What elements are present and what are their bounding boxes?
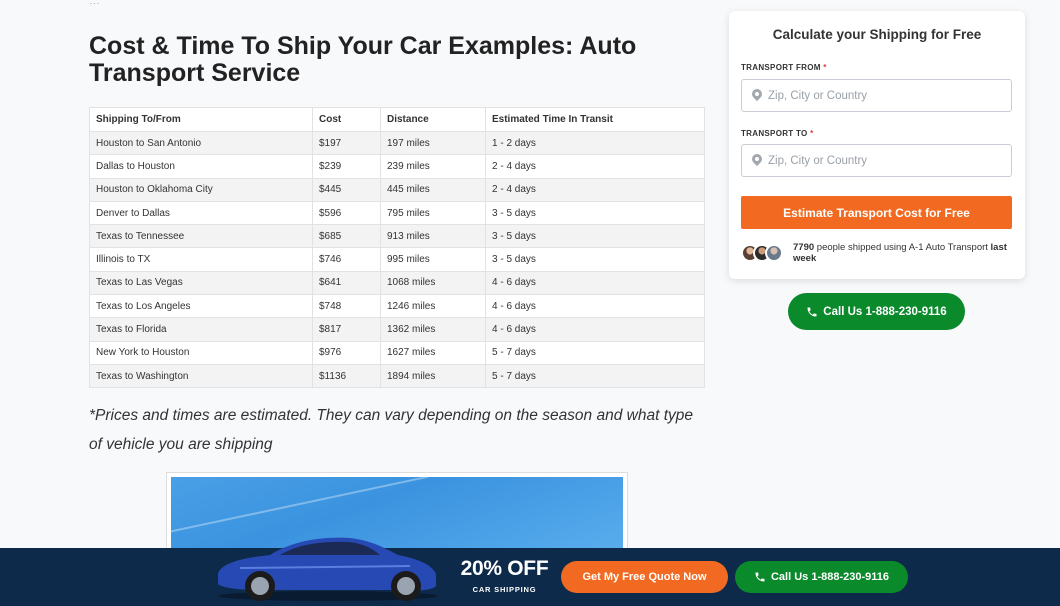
- table-cell: $445: [312, 177, 381, 202]
- table-cell: 197 miles: [380, 130, 486, 156]
- social-proof: 7790 people shipped using A-1 Auto Trans…: [741, 242, 1018, 264]
- previous-text-fragment: ...: [89, 0, 289, 4]
- table-header-row: Shipping To/From Cost Distance Estimated…: [89, 107, 705, 132]
- table-row: Texas to Los Angeles $748 1246 miles 4 - 6 …: [89, 294, 705, 319]
- table-row: Texas to Las Vegas $641 1068 miles 4 - 6 da…: [89, 270, 705, 296]
- table-cell: Texas to Florida: [89, 317, 313, 342]
- column-header: Shipping To/From: [89, 107, 313, 132]
- table-cell: $596: [312, 200, 381, 226]
- blue-car-image: [218, 537, 438, 601]
- table-cell: $685: [312, 224, 381, 249]
- table-row: Houston to Oklahoma City $445 445 miles 2 -…: [89, 177, 705, 202]
- table-cell: Texas to Washington: [89, 363, 313, 389]
- table-cell: Illinois to TX: [89, 247, 313, 272]
- promo-call-button[interactable]: Call Us 1-888-230-9116: [735, 561, 908, 593]
- quote-card-title: Calculate your Shipping for Free: [772, 27, 982, 42]
- map-pin-icon: [752, 89, 762, 102]
- shipped-text: people shipped using A-1 Auto Transport: [816, 242, 988, 253]
- table-row: New York to Houston $976 1627 miles 5 - 7 d…: [89, 340, 705, 365]
- table-cell: 1894 miles: [380, 363, 486, 389]
- table-cell: 4 - 6 days: [485, 294, 705, 319]
- table-cell: 4 - 6 days: [485, 317, 705, 342]
- table-row: Dallas to Houston $239 239 miles 2 - 4 days: [89, 154, 705, 179]
- shipping-cost-table: Shipping To/From Cost Distance Estimated…: [89, 107, 705, 389]
- required-mark: *: [810, 129, 814, 138]
- table-cell: 913 miles: [380, 224, 486, 249]
- price-disclaimer: *Prices and times are estimated. They ca…: [89, 407, 693, 453]
- column-header: Distance: [380, 107, 486, 132]
- table-cell: Texas to Las Vegas: [89, 270, 313, 296]
- table-cell: 2 - 4 days: [485, 154, 705, 179]
- transport-to-label: TRANSPORT TO *: [741, 129, 814, 138]
- table-cell: $197: [312, 130, 381, 156]
- transport-to-field[interactable]: [741, 144, 1012, 177]
- table-cell: $748: [312, 294, 381, 319]
- discount-text: 20% OFF: [460, 557, 549, 580]
- table-row: Denver to Dallas $596 795 miles 3 - 5 days: [89, 200, 705, 226]
- map-pin-icon: [752, 154, 762, 167]
- column-header: Estimated Time In Transit: [485, 107, 705, 132]
- phone-icon: [755, 572, 765, 582]
- table-cell: Dallas to Houston: [89, 154, 313, 179]
- social-proof-text: 7790 people shipped using A-1 Auto Trans…: [793, 242, 1018, 264]
- table-cell: 3 - 5 days: [485, 224, 705, 249]
- table-cell: 445 miles: [380, 177, 486, 202]
- table-cell: $746: [312, 247, 381, 272]
- call-us-label: Call Us 1-888-230-9116: [823, 305, 947, 318]
- column-header: Cost: [312, 107, 381, 132]
- table-cell: 239 miles: [380, 154, 486, 179]
- table-cell: Texas to Los Angeles: [89, 294, 313, 319]
- transport-from-label-text: TRANSPORT FROM: [741, 63, 821, 72]
- avatar: [765, 244, 783, 262]
- table-cell: 5 - 7 days: [485, 363, 705, 389]
- table-row: Houston to San Antonio $197 197 miles 1 - 2…: [89, 130, 705, 156]
- customer-avatars: [741, 242, 789, 264]
- table-cell: Texas to Tennessee: [89, 224, 313, 249]
- table-cell: New York to Houston: [89, 340, 313, 365]
- table-cell: $817: [312, 317, 381, 342]
- table-cell: $1136: [312, 363, 381, 389]
- table-cell: $641: [312, 270, 381, 296]
- page-title: Cost & Time To Ship Your Car Examples: A…: [89, 32, 637, 87]
- transport-to-input[interactable]: [768, 154, 998, 167]
- table-cell: 995 miles: [380, 247, 486, 272]
- quote-card: Calculate your Shipping for Free TRANSPO…: [729, 11, 1025, 279]
- table-cell: 2 - 4 days: [485, 177, 705, 202]
- table-row: Texas to Tennessee $685 913 miles 3 - 5 day…: [89, 224, 705, 249]
- table-row: Texas to Florida $817 1362 miles 4 - 6 days: [89, 317, 705, 342]
- call-us-button[interactable]: Call Us 1-888-230-9116: [788, 293, 965, 330]
- table-cell: Houston to San Antonio: [89, 130, 313, 156]
- table-cell: $976: [312, 340, 381, 365]
- free-quote-button[interactable]: Get My Free Quote Now: [561, 561, 728, 593]
- table-cell: Houston to Oklahoma City: [89, 177, 313, 202]
- transport-from-field[interactable]: [741, 79, 1012, 112]
- phone-icon: [807, 307, 817, 316]
- table-cell: Denver to Dallas: [89, 200, 313, 226]
- table-cell: 1627 miles: [380, 340, 486, 365]
- table-cell: 795 miles: [380, 200, 486, 226]
- table-cell: 1068 miles: [380, 270, 486, 296]
- table-cell: 1246 miles: [380, 294, 486, 319]
- shipped-count: 7790: [793, 242, 815, 253]
- table-cell: 1 - 2 days: [485, 130, 705, 156]
- table-cell: 3 - 5 days: [485, 200, 705, 226]
- table-cell: 3 - 5 days: [485, 247, 705, 272]
- transport-to-label-text: TRANSPORT TO: [741, 129, 808, 138]
- table-row: Illinois to TX $746 995 miles 3 - 5 days: [89, 247, 705, 272]
- table-cell: 1362 miles: [380, 317, 486, 342]
- estimate-cost-button[interactable]: Estimate Transport Cost for Free: [741, 196, 1012, 229]
- table-row: Texas to Washington $1136 1894 miles 5 - 7 …: [89, 363, 705, 389]
- transport-from-label: TRANSPORT FROM *: [741, 63, 827, 72]
- table-cell: 4 - 6 days: [485, 270, 705, 296]
- required-mark: *: [823, 63, 827, 72]
- table-cell: $239: [312, 154, 381, 179]
- transport-from-input[interactable]: [768, 89, 998, 102]
- discount-offer: 20% OFF CAR SHIPPING: [457, 556, 552, 594]
- table-cell: 5 - 7 days: [485, 340, 705, 365]
- discount-subtitle: CAR SHIPPING: [472, 585, 537, 594]
- promo-call-label: Call Us 1-888-230-9116: [770, 571, 890, 583]
